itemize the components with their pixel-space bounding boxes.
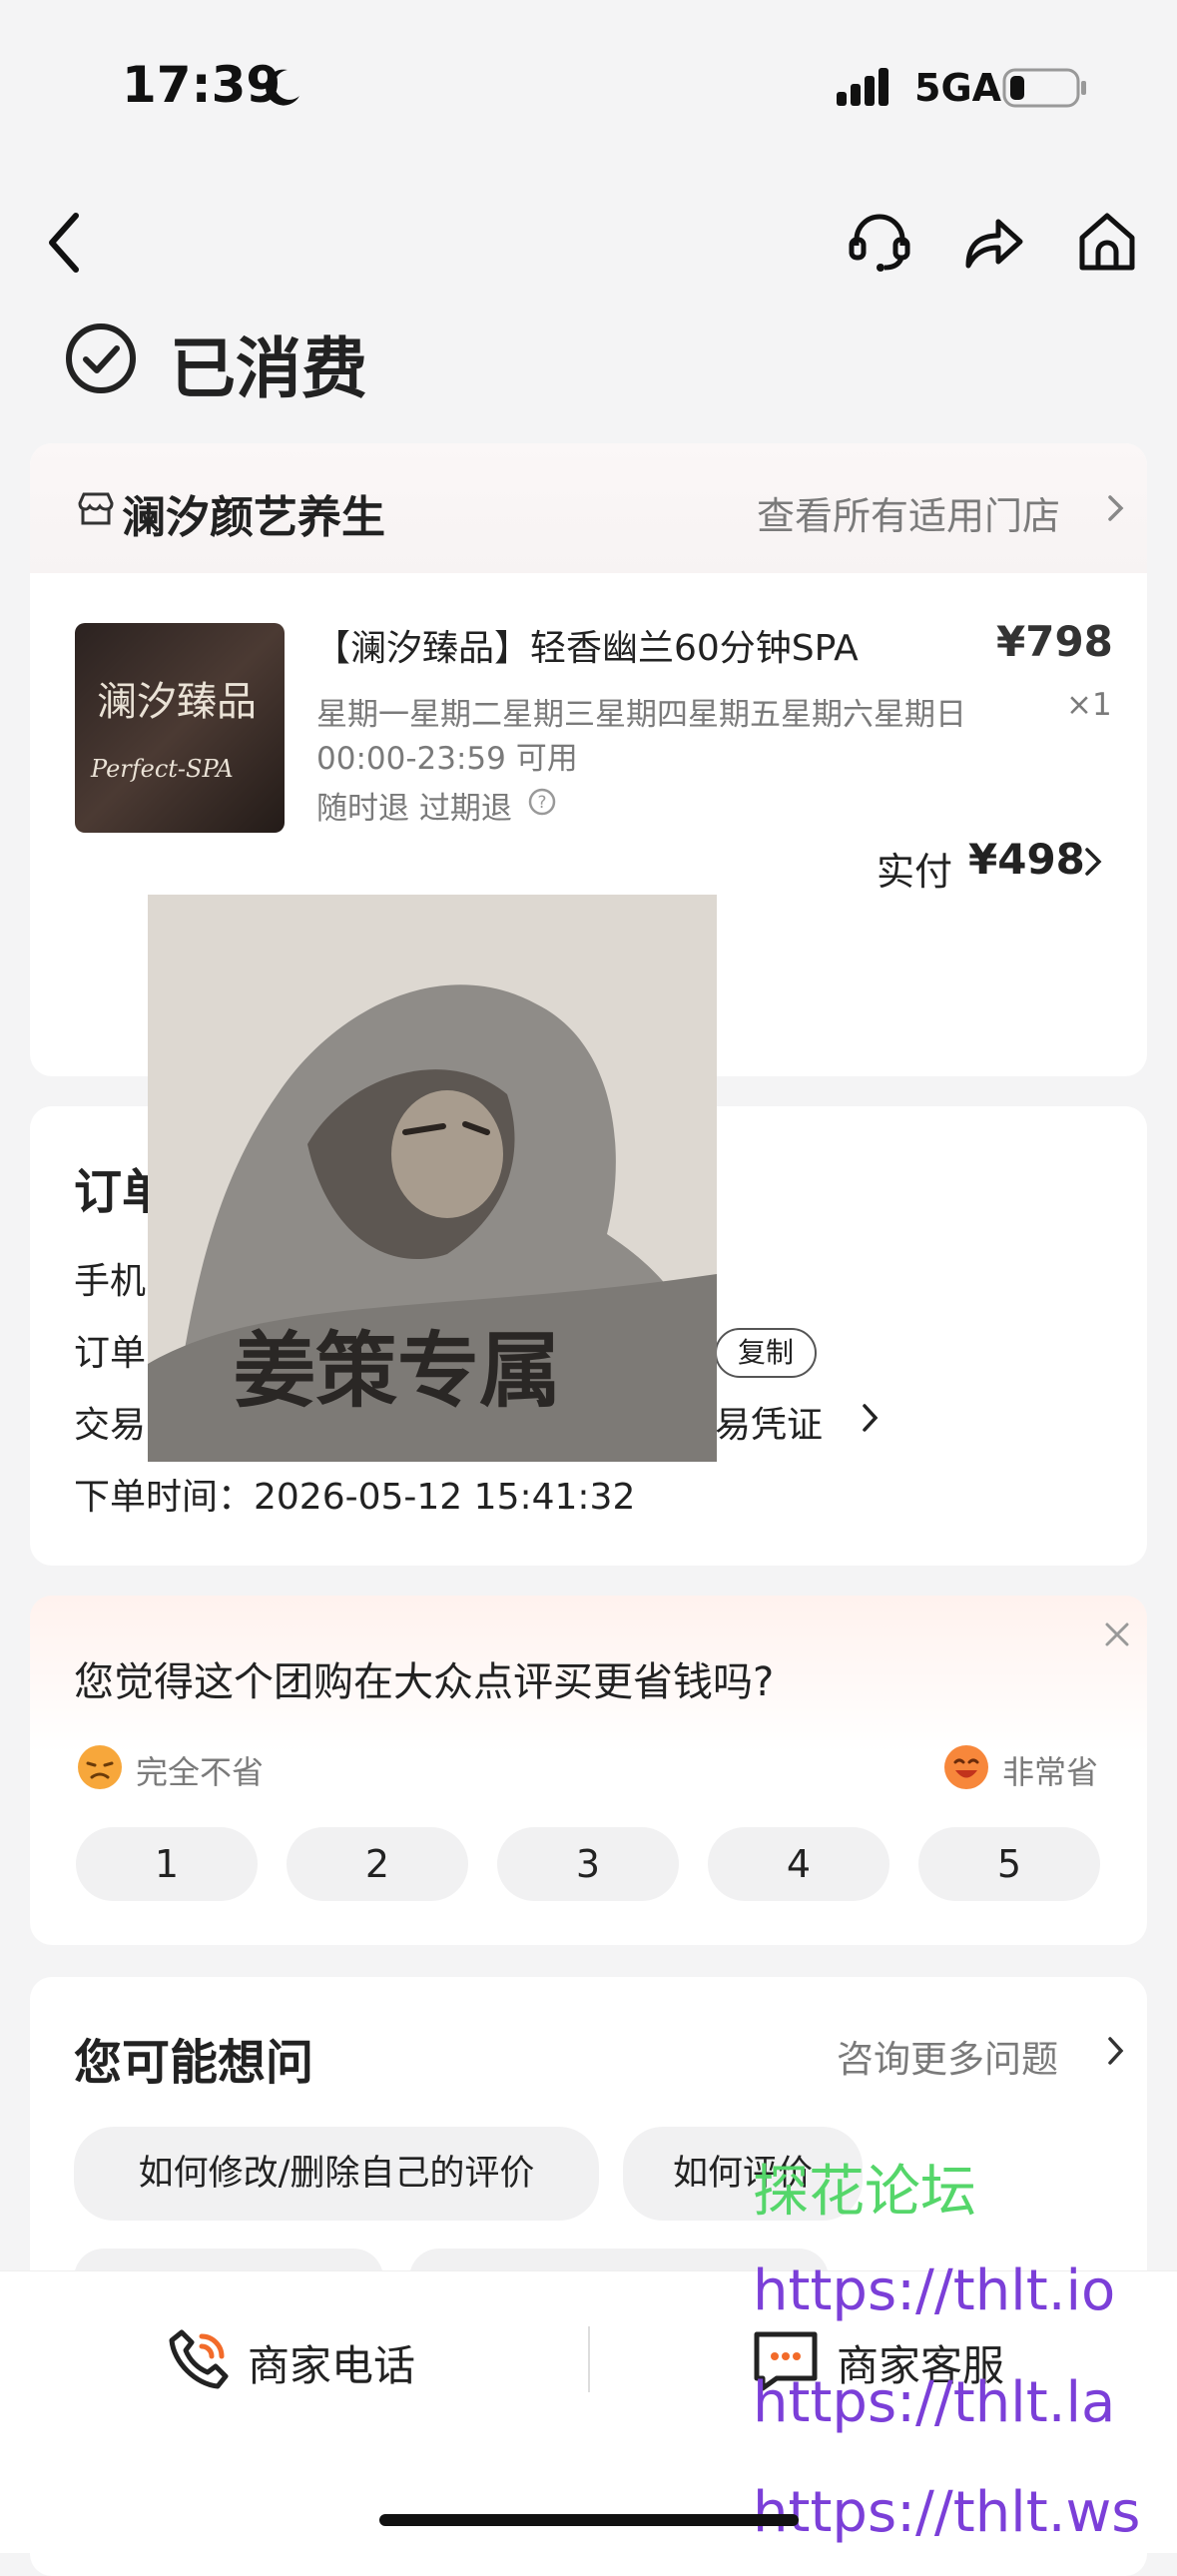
chevron-right-icon[interactable] bbox=[1106, 493, 1126, 523]
signal-icon bbox=[837, 68, 898, 108]
svg-text:?: ? bbox=[537, 793, 546, 813]
forum-watermark: 探花论坛 bbox=[753, 2160, 976, 2225]
copy-button[interactable]: 复制 bbox=[715, 1328, 817, 1378]
chevron-right-icon[interactable] bbox=[1106, 2035, 1126, 2067]
product-quantity: ×1 bbox=[1066, 687, 1112, 723]
rating-option-4[interactable]: 4 bbox=[708, 1827, 889, 1901]
url-watermark-3: https://thlt.ws bbox=[753, 2480, 1141, 2545]
faq-chip[interactable]: 如何修改/删除自己的评价 bbox=[74, 2127, 599, 2221]
product-thumbnail[interactable]: 澜汐臻品 Perfect-SPA bbox=[75, 623, 285, 833]
chevron-right-icon[interactable] bbox=[861, 1402, 881, 1434]
available-hours: 00:00-23:59 可用 bbox=[316, 741, 578, 777]
consumed-check-icon bbox=[64, 322, 138, 395]
cat-sticker: 姜策专属 bbox=[148, 895, 717, 1462]
merchant-phone-button[interactable]: 商家电话 bbox=[248, 2332, 415, 2393]
refund-policy: 随时退 过期退 bbox=[316, 791, 512, 827]
status-time: 17:39 bbox=[122, 56, 282, 114]
customer-service-icon[interactable] bbox=[847, 210, 912, 276]
network-label: 5GA bbox=[914, 66, 1002, 110]
rating-low-label: 完全不省 bbox=[136, 1753, 265, 1791]
paid-label: 实付 bbox=[877, 850, 953, 894]
shop-name[interactable]: 澜汐颜艺养生 bbox=[122, 481, 385, 545]
bottom-divider bbox=[588, 2326, 590, 2392]
battery-icon bbox=[1002, 66, 1088, 110]
more-questions-link[interactable]: 咨询更多问题 bbox=[837, 2029, 1058, 2083]
url-watermark-1: https://thlt.io bbox=[753, 2258, 1116, 2323]
chevron-right-icon[interactable] bbox=[1082, 845, 1104, 879]
moon-icon bbox=[262, 66, 303, 108]
help-icon[interactable]: ? bbox=[527, 787, 557, 817]
sticker-caption: 姜策专属 bbox=[234, 1324, 562, 1419]
available-days: 星期一星期二星期三星期四星期五星期六星期日 bbox=[316, 697, 966, 733]
page-title: 已消费 bbox=[170, 330, 367, 407]
trade-row: 交易 bbox=[74, 1405, 147, 1446]
happy-face-icon bbox=[942, 1743, 990, 1791]
rating-option-5[interactable]: 5 bbox=[918, 1827, 1100, 1901]
thumbnail-title: 澜汐臻品 bbox=[97, 679, 257, 725]
rating-high-label: 非常省 bbox=[1002, 1753, 1099, 1791]
back-icon[interactable] bbox=[44, 210, 84, 276]
order-time: 下单时间：2026-05-12 15:41:32 bbox=[74, 1477, 636, 1518]
home-icon[interactable] bbox=[1074, 210, 1140, 276]
home-indicator[interactable] bbox=[379, 2514, 799, 2526]
phone-row: 手机 bbox=[74, 1261, 147, 1302]
share-icon[interactable] bbox=[960, 210, 1026, 276]
product-name[interactable]: 【澜汐臻品】轻香幽兰60分钟SPA bbox=[314, 619, 859, 671]
url-watermark-2: https://thlt.la bbox=[753, 2370, 1116, 2435]
all-stores-link[interactable]: 查看所有适用门店 bbox=[757, 485, 1060, 540]
trade-voucher-link[interactable]: 易凭证 bbox=[715, 1396, 823, 1448]
faq-title: 您可能想问 bbox=[74, 2035, 314, 2091]
rating-option-2[interactable]: 2 bbox=[287, 1827, 468, 1901]
close-icon[interactable] bbox=[1102, 1619, 1132, 1649]
phone-icon[interactable] bbox=[166, 2326, 232, 2392]
rating-option-1[interactable]: 1 bbox=[76, 1827, 258, 1901]
rating-option-3[interactable]: 3 bbox=[497, 1827, 679, 1901]
survey-question: 您觉得这个团购在大众点评买更省钱吗? bbox=[74, 1659, 775, 1705]
thumbnail-subtitle: Perfect-SPA bbox=[91, 755, 234, 783]
paid-amount[interactable]: ¥498 bbox=[968, 835, 1085, 884]
shop-icon bbox=[76, 489, 116, 529]
product-price: ¥798 bbox=[996, 617, 1113, 666]
order-number-row: 订单 bbox=[74, 1333, 147, 1374]
unhappy-face-icon bbox=[76, 1743, 124, 1791]
